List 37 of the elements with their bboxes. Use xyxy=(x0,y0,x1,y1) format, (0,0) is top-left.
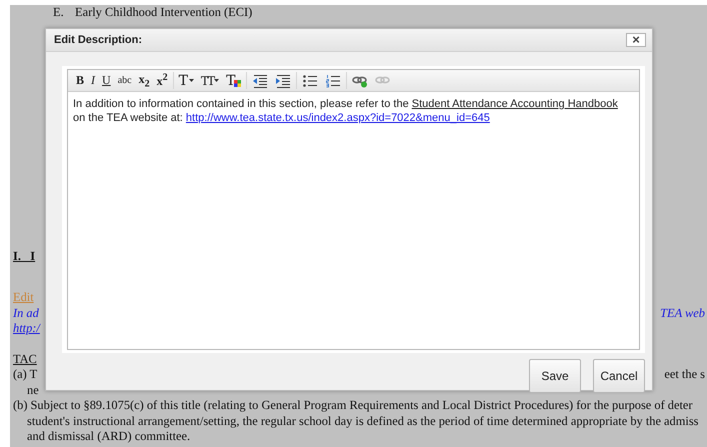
font-button[interactable]: T xyxy=(176,72,196,88)
caret-icon xyxy=(214,78,220,82)
color-swatch-icon xyxy=(234,80,240,87)
dialog-title: Edit Description: xyxy=(54,34,142,46)
paragraph-text: ne xyxy=(27,382,39,398)
color-button[interactable]: T xyxy=(224,72,242,88)
numbered-list-icon[interactable] xyxy=(324,74,340,88)
strike-button[interactable]: abc xyxy=(116,72,134,88)
note-text: TEA web xyxy=(660,306,706,321)
url-link[interactable]: http://www.tea.state.tx.us/index2.aspx?id=7022&menu_id=645 xyxy=(186,112,490,124)
section-heading: I. I xyxy=(13,248,36,264)
cancel-button[interactable]: Cancel xyxy=(593,359,645,393)
section-label: TAC xyxy=(13,352,37,367)
save-button[interactable]: Save xyxy=(529,359,581,393)
paragraph-text: eet the s xyxy=(664,367,706,382)
note-link[interactable]: http:/ xyxy=(13,321,40,336)
handbook-link[interactable]: Student Attendance Accounting Handbook xyxy=(412,98,618,110)
description-text: In addition to information contained in this section, please refer to the Student Attendance Accounting Handbook on the TEA website at: http://www.tea.state.tx.us/index2.aspx?id=7022&menu_id=645 xyxy=(73,97,619,125)
list-item-text: Early Childhood Intervention (ECI) xyxy=(75,5,252,20)
bulleted-list-icon[interactable] xyxy=(302,74,318,88)
list-marker: E. xyxy=(53,5,65,20)
sub-button[interactable]: x$_{2}$ xyxy=(136,72,152,88)
paragraph-text: (b) Subject to §89.1075(c) of this title (relating to General Program Requirements and Local District Procedures) for the purpose of deter xyxy=(13,398,693,414)
caret-icon xyxy=(188,78,194,82)
outdent-icon[interactable] xyxy=(252,74,268,88)
close-button[interactable]: × xyxy=(626,33,646,47)
paragraph-text: (a) T xyxy=(13,367,38,382)
size-button[interactable]: TT xyxy=(198,72,222,88)
underline-button[interactable]: U xyxy=(100,72,113,88)
sup-button[interactable]: x$^{2}$ xyxy=(154,72,170,88)
paragraph-text: and dismissal (ARD) committee. xyxy=(27,429,190,444)
link-icon[interactable] xyxy=(352,74,368,88)
note-text: In ad xyxy=(13,306,39,321)
italic-button[interactable]: I xyxy=(89,72,98,88)
indent-icon[interactable] xyxy=(274,74,290,88)
paragraph-text: student's instructional arrangement/setting, the regular school day is defined as the period of time determined appropriate by the admiss xyxy=(27,414,698,429)
bold-button[interactable]: B xyxy=(74,72,86,88)
